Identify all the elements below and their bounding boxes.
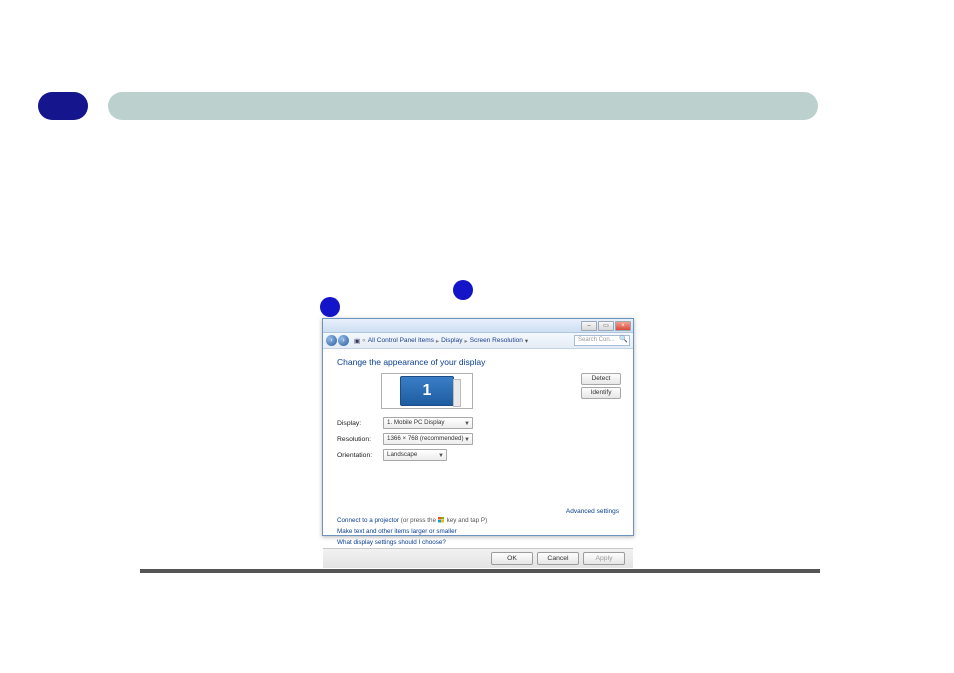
monitor-icon[interactable]: 1 (400, 376, 454, 406)
page-banner (108, 92, 818, 120)
minimize-button[interactable]: – (581, 321, 597, 331)
detect-button[interactable]: Detect (581, 373, 621, 385)
display-select[interactable]: 1. Mobile PC Display ▼ (383, 417, 473, 429)
chevron-right-icon: ▸ (436, 337, 439, 345)
chevron-down-icon: ▼ (464, 435, 470, 445)
breadcrumb-item[interactable]: All Control Panel Items (368, 337, 434, 344)
breadcrumb-sep: « (362, 337, 366, 344)
ok-button[interactable]: OK (491, 552, 533, 565)
chevron-down-icon: ▼ (464, 419, 470, 429)
what-settings-link[interactable]: What display settings should I choose? (337, 537, 619, 548)
display-value: 1. Mobile PC Display (387, 419, 444, 426)
titlebar[interactable]: – ▭ × (323, 319, 633, 333)
display-preview[interactable]: 1 (381, 373, 473, 409)
projector-hint: (or press the (401, 517, 438, 524)
close-button[interactable]: × (615, 321, 631, 331)
breadcrumb-icon: ▣ (354, 337, 360, 345)
resolution-label: Resolution: (337, 436, 383, 443)
orientation-select[interactable]: Landscape ▼ (383, 449, 447, 461)
footer-divider (140, 569, 820, 573)
cancel-button[interactable]: Cancel (537, 552, 579, 565)
button-bar: OK Cancel Apply (323, 548, 633, 568)
apply-button[interactable]: Apply (583, 552, 625, 565)
back-button[interactable]: ‹ (326, 335, 337, 346)
address-bar: ‹ › ▣ « All Control Panel Items ▸ Displa… (323, 333, 633, 349)
search-input[interactable]: Search Con... (574, 335, 630, 346)
display-label: Display: (337, 420, 383, 427)
maximize-button[interactable]: ▭ (598, 321, 614, 331)
breadcrumb-item[interactable]: Display (441, 337, 462, 344)
resolution-select[interactable]: 1366 × 768 (recommended) ▼ (383, 433, 473, 445)
chevron-right-icon: ▸ (464, 337, 467, 345)
chevron-down-icon: ▼ (438, 451, 444, 461)
callout-marker-1 (320, 297, 340, 317)
orientation-label: Orientation: (337, 452, 383, 459)
forward-button[interactable]: › (338, 335, 349, 346)
page-title: Change the appearance of your display (337, 357, 621, 367)
windows-logo-icon (438, 517, 445, 523)
screen-resolution-dialog: – ▭ × ‹ › ▣ « All Control Panel Items ▸ … (322, 318, 634, 536)
callout-marker-2 (453, 280, 473, 300)
page-badge (38, 92, 88, 120)
make-text-larger-link[interactable]: Make text and other items larger or smal… (337, 526, 619, 537)
orientation-value: Landscape (387, 451, 417, 458)
connect-projector-link[interactable]: Connect to a projector (337, 517, 399, 524)
resolution-value: 1366 × 768 (recommended) (387, 435, 464, 442)
projector-hint-after: key and tap P) (447, 517, 488, 524)
address-dropdown[interactable]: ▾ (525, 337, 528, 345)
advanced-settings-link[interactable]: Advanced settings (566, 508, 619, 515)
breadcrumb-item[interactable]: Screen Resolution (470, 337, 523, 344)
identify-button[interactable]: Identify (581, 387, 621, 399)
